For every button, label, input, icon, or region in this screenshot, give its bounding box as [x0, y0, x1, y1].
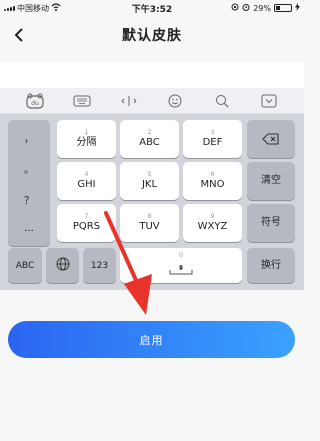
- punctuation-comma[interactable]: ，: [8, 130, 50, 145]
- alarm-icon: [242, 3, 250, 13]
- key-8[interactable]: 8 TUV: [120, 204, 179, 242]
- key-number: 3: [210, 129, 215, 136]
- punctuation-ellipsis[interactable]: …: [8, 223, 50, 234]
- backspace-icon: [262, 130, 280, 149]
- number-key[interactable]: 123: [83, 248, 116, 283]
- keyboard: ， 。 ？ … 1 分隔 2 ABC 3 DEF 4 GHI 5 JKL 6 M…: [0, 114, 304, 290]
- battery-percent: 29%: [253, 3, 271, 13]
- key-label: MNO: [200, 179, 225, 190]
- page-title: 默认皮肤: [122, 28, 182, 44]
- lock-rotation-icon: [231, 3, 239, 13]
- search-icon[interactable]: [209, 91, 235, 111]
- key-1[interactable]: 1 分隔: [57, 120, 116, 158]
- clear-key[interactable]: 清空: [247, 162, 295, 200]
- key-number: 2: [147, 129, 152, 136]
- cursor-move-icon[interactable]: [116, 91, 142, 111]
- space-key[interactable]: 0: [120, 248, 242, 283]
- text-preview-area: [0, 62, 304, 88]
- key-4[interactable]: 4 GHI: [57, 162, 116, 200]
- key-7[interactable]: 7 PQRS: [57, 204, 116, 242]
- keyboard-toolbar: du: [0, 88, 304, 114]
- key-label: PQRS: [72, 221, 101, 232]
- navigation-bar: 默认皮肤: [0, 18, 304, 52]
- back-arrow-icon[interactable]: [10, 26, 28, 44]
- enable-button[interactable]: 启用: [8, 321, 295, 358]
- key-number: 0: [179, 252, 183, 259]
- key-2[interactable]: 2 ABC: [120, 120, 179, 158]
- symbol-key[interactable]: 符号: [247, 204, 295, 242]
- globe-key[interactable]: [46, 248, 79, 283]
- key-number: 6: [210, 171, 215, 178]
- status-time: 下午3:52: [131, 4, 173, 15]
- status-bar: 中国移动 下午3:52 29%: [0, 0, 304, 16]
- carrier-label: 中国移动: [17, 3, 49, 13]
- svg-text:du: du: [32, 100, 40, 107]
- key-number: 8: [147, 213, 152, 220]
- key-6[interactable]: 6 MNO: [183, 162, 242, 200]
- signal-icon: [4, 5, 15, 11]
- wifi-icon: [51, 3, 61, 13]
- return-key[interactable]: 换行: [247, 248, 295, 283]
- return-key-label: 换行: [261, 259, 281, 271]
- key-5[interactable]: 5 JKL: [120, 162, 179, 200]
- backspace-key[interactable]: [247, 120, 295, 158]
- key-number: 1: [84, 129, 89, 136]
- key-number: 5: [147, 171, 152, 178]
- key-label: 分隔: [76, 137, 97, 148]
- punctuation-question[interactable]: ？: [8, 192, 50, 207]
- key-label: WXYZ: [197, 221, 228, 232]
- symbol-key-label: 符号: [261, 217, 281, 228]
- key-label: TUV: [139, 221, 160, 232]
- punctuation-column[interactable]: ， 。 ？ …: [8, 120, 50, 246]
- punctuation-period[interactable]: 。: [8, 161, 50, 176]
- hide-keyboard-icon[interactable]: [256, 91, 282, 111]
- battery-icon: [274, 4, 292, 12]
- keyboard-icon[interactable]: [69, 91, 95, 111]
- key-9[interactable]: 9 WXYZ: [183, 204, 242, 242]
- key-label: JKL: [141, 179, 158, 190]
- key-label: ABC: [139, 137, 160, 148]
- key-number: 4: [84, 171, 89, 178]
- key-label: GHI: [77, 179, 96, 190]
- emoji-icon[interactable]: [162, 91, 188, 111]
- key-number: 9: [210, 213, 215, 220]
- microphone-icon: [169, 260, 193, 279]
- du-logo-icon[interactable]: du: [22, 91, 48, 111]
- clear-key-label: 清空: [261, 175, 281, 186]
- number-key-label: 123: [90, 260, 109, 271]
- charging-icon: [295, 3, 300, 13]
- key-number: 7: [84, 213, 89, 220]
- key-label: DEF: [202, 137, 223, 148]
- key-3[interactable]: 3 DEF: [183, 120, 242, 158]
- globe-icon: [56, 256, 70, 275]
- abc-key[interactable]: ABC: [8, 248, 42, 283]
- abc-key-label: ABC: [15, 260, 35, 271]
